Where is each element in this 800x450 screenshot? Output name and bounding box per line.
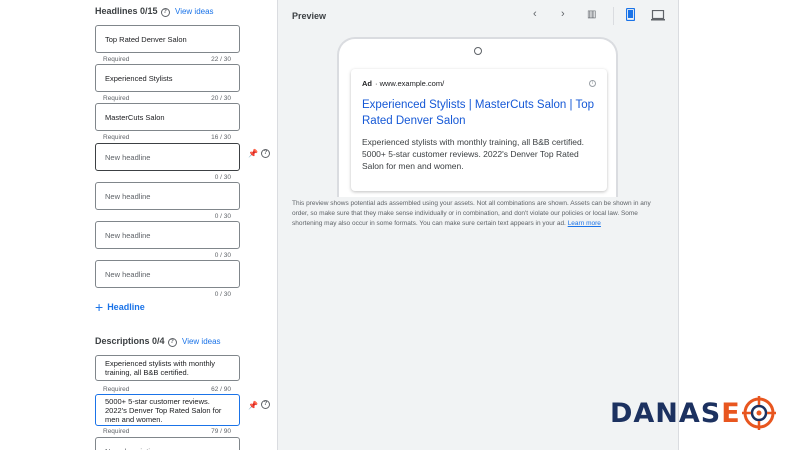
headline-5-meta: 0 / 30 (103, 213, 231, 220)
description-input-1[interactable]: Experienced stylists with monthly traini… (95, 355, 240, 381)
headline-input-1[interactable]: Top Rated Denver Salon (95, 25, 240, 53)
target-icon (741, 396, 776, 430)
char-count: 22 / 30 (211, 56, 231, 63)
char-count: 0 / 30 (214, 213, 231, 220)
preview-disclaimer: This preview shows potential ads assembl… (292, 199, 664, 229)
ad-label: Ad (362, 79, 372, 88)
char-count: 20 / 30 (211, 95, 231, 102)
preview-title: Preview (292, 11, 327, 21)
chevron-right-icon[interactable]: › (561, 8, 565, 20)
pin-icon[interactable]: 📌 (248, 149, 258, 158)
info-icon[interactable]: i (589, 80, 596, 87)
description-2-meta: Required 79 / 90 (103, 428, 231, 435)
headlines-view-ideas-link[interactable]: View ideas (175, 7, 214, 16)
phone-camera (474, 47, 482, 55)
headline-4-meta: 0 / 30 (103, 174, 231, 181)
required-label: Required (103, 428, 130, 435)
headline-3-meta: Required 16 / 30 (103, 134, 231, 141)
side-panel (678, 0, 800, 450)
asset-editor-panel: Headlines 0/15? View ideas Top Rated Den… (0, 0, 278, 450)
char-count: 0 / 30 (214, 174, 231, 181)
headline-7-meta: 0 / 30 (103, 291, 231, 298)
add-headline-button[interactable]: + Headline (95, 298, 145, 315)
headline-1-meta: Required 22 / 30 (103, 56, 231, 63)
char-count: 0 / 30 (214, 291, 231, 298)
headlines-section-title: Headlines 0/15? (95, 6, 170, 17)
required-label: Required (103, 56, 130, 63)
ad-url-row: Ad · www.example.com/ i (362, 79, 596, 88)
char-count: 16 / 30 (211, 134, 231, 141)
danaseo-logo: DANASE (610, 395, 780, 431)
phone-frame: Ad · www.example.com/ i Experienced Styl… (337, 37, 618, 197)
headline-input-3[interactable]: MasterCuts Salon (95, 103, 240, 131)
description-input-2[interactable]: 5000+ 5-star customer reviews. 2022's De… (95, 394, 240, 426)
required-label: Required (103, 95, 130, 102)
ad-headline[interactable]: Experienced Stylists | MasterCuts Salon … (362, 97, 596, 129)
description-1-meta: Required 62 / 90 (103, 386, 231, 393)
chevron-left-icon[interactable]: ‹ (533, 8, 537, 20)
descriptions-title: Descriptions 0/4 (95, 336, 165, 346)
ad-description: Experienced stylists with monthly traini… (362, 137, 585, 171)
headline-2-meta: Required 20 / 30 (103, 95, 231, 102)
mobile-device-icon[interactable] (625, 7, 636, 24)
headline-input-5[interactable]: New headline (95, 182, 240, 210)
descriptions-view-ideas-link[interactable]: View ideas (182, 337, 221, 346)
preview-panel: Preview ‹ › ▥ Ad · www.example.com/ i Ex… (278, 0, 678, 450)
help-icon[interactable]: ? (261, 149, 270, 158)
descriptions-section-title: Descriptions 0/4? (95, 336, 177, 347)
plus-icon: + (95, 298, 104, 315)
help-icon[interactable]: ? (167, 338, 177, 347)
headline-input-2[interactable]: Experienced Stylists (95, 64, 240, 92)
char-count: 62 / 90 (211, 386, 231, 393)
headlines-title: Headlines 0/15 (95, 6, 158, 16)
logo-text: DANASE (610, 398, 741, 429)
pin-icon[interactable]: 📌 (248, 401, 258, 410)
toolbar-divider (613, 7, 614, 25)
char-count: 0 / 30 (214, 252, 231, 259)
help-icon[interactable]: ? (160, 8, 170, 17)
help-icon[interactable]: ? (261, 400, 270, 409)
headline-input-6[interactable]: New headline (95, 221, 240, 249)
learn-more-link[interactable]: Learn more (568, 220, 601, 227)
display-url: · www.example.com/ (375, 79, 445, 88)
add-headline-label: Headline (107, 302, 145, 312)
headline-input-4[interactable]: New headline (95, 143, 240, 171)
desktop-device-icon[interactable] (651, 9, 665, 24)
char-count: 79 / 90 (211, 428, 231, 435)
logo-text-primary: DANAS (610, 397, 722, 429)
logo-text-accent: E (721, 397, 741, 429)
description-input-3[interactable]: New description (95, 437, 240, 450)
headline-6-meta: 0 / 30 (103, 252, 231, 259)
columns-view-icon[interactable]: ▥ (587, 9, 596, 20)
ad-preview-card: Ad · www.example.com/ i Experienced Styl… (351, 69, 607, 191)
headline-input-7[interactable]: New headline (95, 260, 240, 288)
required-label: Required (103, 386, 130, 393)
required-label: Required (103, 134, 130, 141)
